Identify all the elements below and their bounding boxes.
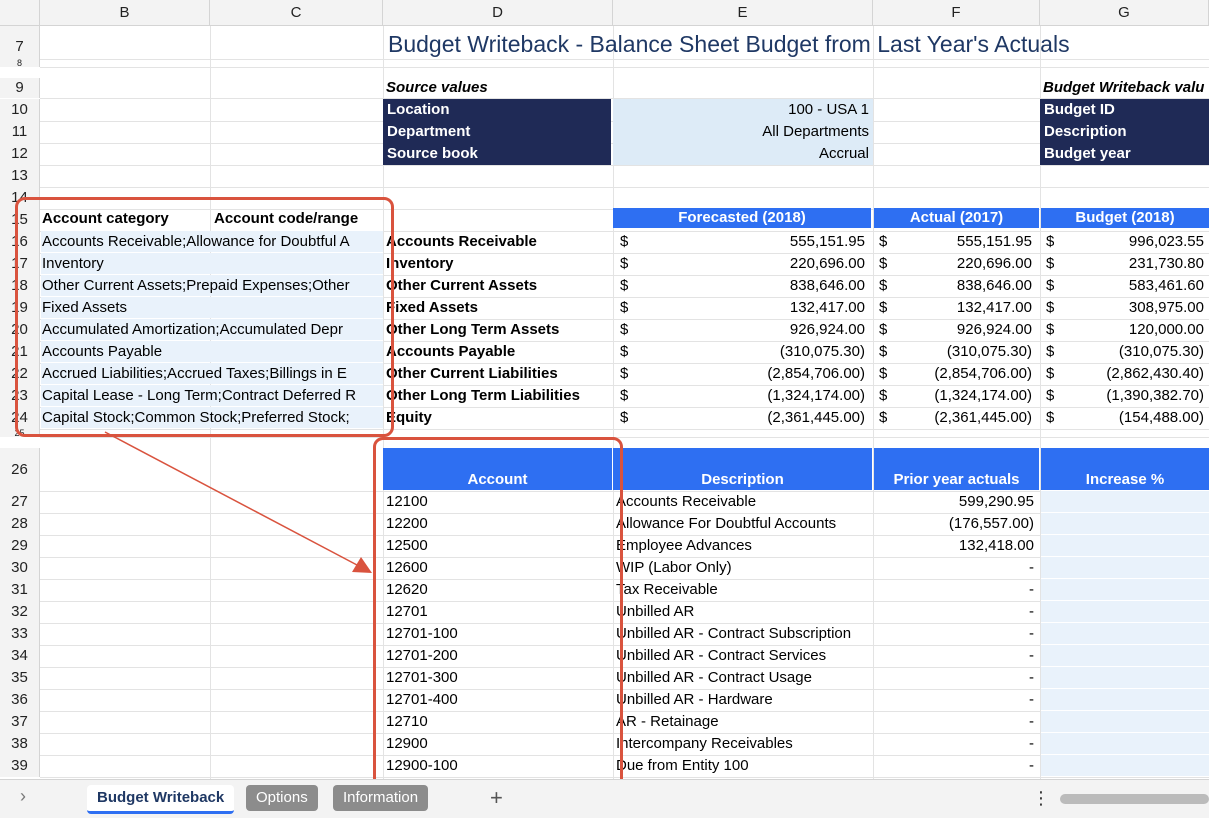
more-options-icon[interactable]: ⋮ xyxy=(1032,788,1050,809)
horizontal-scrollbar[interactable] xyxy=(1060,794,1209,804)
annotation-arrow xyxy=(104,431,372,573)
sheet-tab-information[interactable]: Information xyxy=(333,785,429,811)
sheet-tab-options[interactable]: Options xyxy=(246,785,318,811)
sheet-nav-arrow[interactable]: › xyxy=(20,786,26,807)
sheet-tab-budget-writeback[interactable]: Budget Writeback xyxy=(87,785,235,814)
sheet-tab-bar: › Budget Writeback Options Information +… xyxy=(0,779,1209,818)
add-sheet-button[interactable]: + xyxy=(490,785,503,811)
